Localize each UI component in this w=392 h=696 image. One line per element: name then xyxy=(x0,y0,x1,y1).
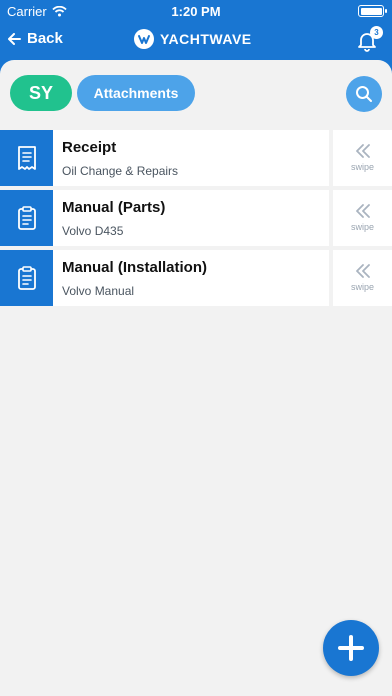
clipboard-icon xyxy=(0,250,53,306)
swipe-handle[interactable]: swipe xyxy=(333,250,392,306)
attachment-subtitle: Volvo D435 xyxy=(62,224,124,238)
arrow-left-icon xyxy=(8,32,21,45)
brand-name: YACHTWAVE xyxy=(160,31,252,47)
attachment-content[interactable]: Receipt Oil Change & Repairs xyxy=(53,130,329,186)
back-button[interactable]: Back xyxy=(8,30,63,47)
clipboard-icon xyxy=(0,190,53,246)
search-button[interactable] xyxy=(346,76,382,112)
nav-bar: Back YACHTWAVE 3 xyxy=(0,22,392,62)
attachment-subtitle: Volvo Manual xyxy=(62,284,135,298)
battery-icon xyxy=(358,5,387,17)
swipe-label: swipe xyxy=(350,162,374,172)
attachment-row[interactable]: Receipt Oil Change & Repairs swipe xyxy=(0,130,392,186)
attachment-content[interactable]: Manual (Parts) Volvo D435 xyxy=(53,190,329,246)
status-bar: Carrier 1:20 PM xyxy=(0,0,392,22)
search-icon xyxy=(356,86,372,102)
attachment-row[interactable]: Manual (Installation) Volvo Manual swipe xyxy=(0,250,392,306)
receipt-icon xyxy=(0,130,53,186)
plus-icon xyxy=(338,635,364,661)
notification-badge: 3 xyxy=(370,26,383,39)
attachment-title: Receipt xyxy=(62,139,117,156)
logo-mark-icon xyxy=(134,29,154,49)
double-chevron-left-icon xyxy=(355,264,370,278)
double-chevron-left-icon xyxy=(355,144,370,158)
double-chevron-left-icon xyxy=(355,204,370,218)
attachment-row[interactable]: Manual (Parts) Volvo D435 swipe xyxy=(0,190,392,246)
notifications-button[interactable]: 3 xyxy=(356,26,383,52)
back-label: Back xyxy=(27,30,63,47)
attachment-content[interactable]: Manual (Installation) Volvo Manual xyxy=(53,250,329,306)
filter-bar: SY Attachments xyxy=(0,60,392,126)
attachment-subtitle: Oil Change & Repairs xyxy=(62,164,179,178)
status-time: 1:20 PM xyxy=(171,4,221,19)
vessel-pill[interactable]: SY xyxy=(10,75,72,111)
swipe-handle[interactable]: swipe xyxy=(333,190,392,246)
category-pill[interactable]: Attachments xyxy=(77,75,195,111)
swipe-label: swipe xyxy=(350,282,374,292)
add-attachment-button[interactable] xyxy=(323,620,379,676)
attachment-title: Manual (Installation) xyxy=(62,259,208,276)
attachment-title: Manual (Parts) xyxy=(62,199,166,216)
brand-logo: YACHTWAVE xyxy=(134,29,252,49)
swipe-handle[interactable]: swipe xyxy=(333,130,392,186)
swipe-label: swipe xyxy=(350,222,374,232)
